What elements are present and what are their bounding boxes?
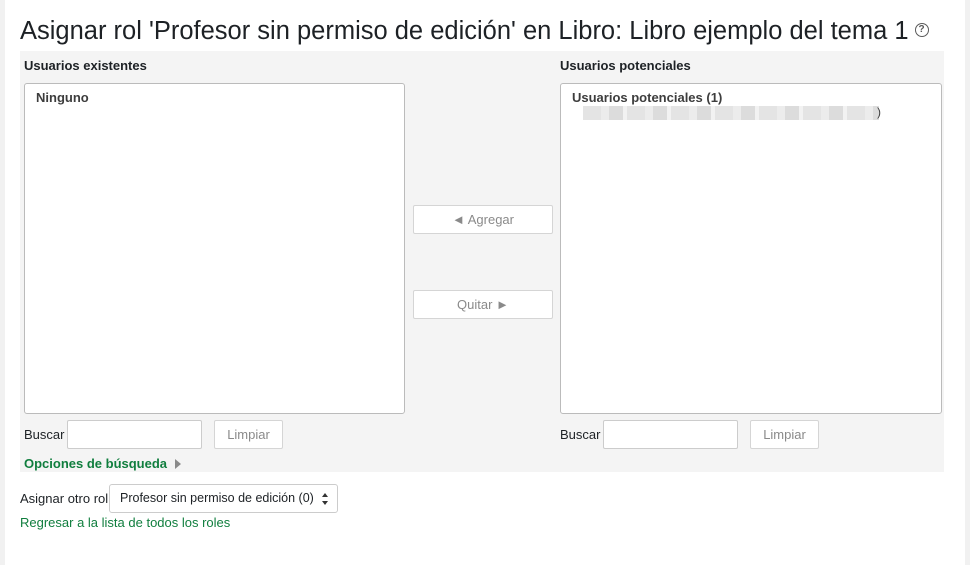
potential-search-input[interactable] (603, 420, 738, 449)
page-title: Asignar rol 'Profesor sin permiso de edi… (20, 16, 929, 46)
existing-search-input[interactable] (67, 420, 202, 449)
potential-users-heading: Usuarios potenciales (560, 58, 691, 73)
potential-user-option-suffix: ) (877, 105, 881, 119)
page-title-text: Asignar rol 'Profesor sin permiso de edi… (20, 17, 909, 45)
potential-search-label: Buscar (560, 427, 601, 442)
question-circle-icon[interactable]: ? (914, 23, 929, 38)
existing-users-listbox[interactable]: Ninguno (24, 83, 405, 414)
potential-users-group-label: Usuarios potenciales (1) (572, 90, 723, 105)
existing-clear-button[interactable]: Limpiar (214, 420, 283, 449)
existing-search-label: Buscar (24, 427, 65, 442)
select-arrows-icon (322, 493, 329, 505)
caret-right-icon (175, 459, 182, 469)
remove-button[interactable]: Quitar ► (413, 290, 553, 319)
other-role-selected: Profesor sin permiso de edición (0) (120, 491, 314, 505)
potential-clear-button[interactable]: Limpiar (750, 420, 819, 449)
user-selector-panel: Usuarios existentes Ninguno ◄ Agregar Qu… (20, 51, 944, 472)
other-role-label: Asignar otro rol (20, 491, 109, 506)
back-to-roles-link[interactable]: Regresar a la lista de todos los roles (20, 515, 230, 530)
potential-user-option[interactable] (583, 106, 879, 120)
add-button[interactable]: ◄ Agregar (413, 205, 553, 234)
search-options-toggle[interactable]: Opciones de búsqueda (24, 456, 182, 471)
existing-users-group-label: Ninguno (36, 90, 89, 105)
search-options-label: Opciones de búsqueda (24, 456, 168, 471)
existing-users-heading: Usuarios existentes (24, 58, 147, 73)
potential-users-listbox[interactable]: Usuarios potenciales (1) ) (560, 83, 942, 414)
other-role-select[interactable]: Profesor sin permiso de edición (0) (109, 484, 338, 513)
page-container: Asignar rol 'Profesor sin permiso de edi… (5, 0, 965, 565)
